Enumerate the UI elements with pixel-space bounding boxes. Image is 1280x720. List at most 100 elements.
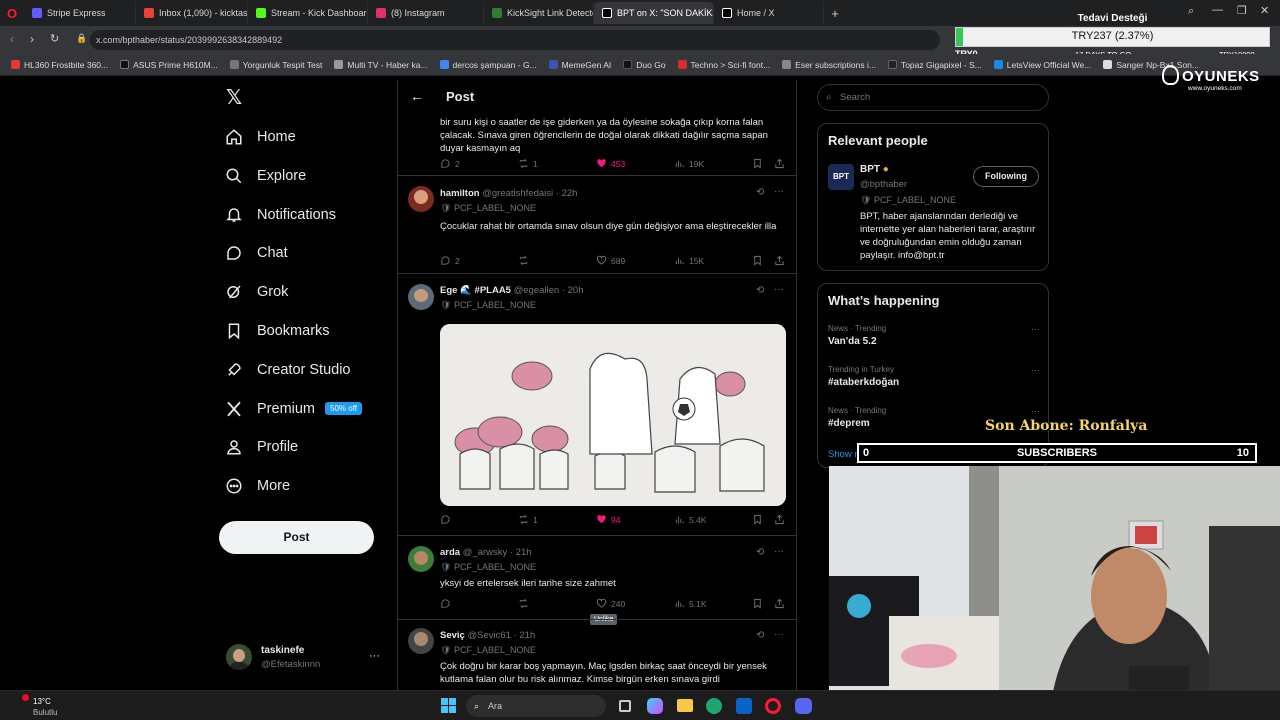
- edge-icon[interactable]: [706, 698, 722, 714]
- bookmark-item[interactable]: Multi TV - Haber ka...: [329, 60, 432, 70]
- like-button[interactable]: 453: [596, 158, 625, 169]
- following-button[interactable]: Following: [973, 166, 1039, 187]
- trend-item[interactable]: Trending in Turkey #ataberkdoğan ···: [828, 365, 1040, 388]
- nav-item-grok[interactable]: Grok: [225, 283, 288, 301]
- more-icon[interactable]: ···: [774, 546, 784, 557]
- new-tab-icon[interactable]: +: [824, 6, 846, 21]
- more-icon[interactable]: ···: [1031, 406, 1040, 416]
- opera-taskbar-icon[interactable]: [765, 698, 781, 714]
- tweet-image[interactable]: [440, 324, 786, 506]
- browser-tab[interactable]: Stripe Express: [24, 2, 136, 24]
- tweet-author[interactable]: hamilton @greatishfedaisi · 22h: [440, 188, 577, 199]
- bookmark-button[interactable]: [752, 158, 763, 169]
- bookmark-item[interactable]: Duo Go: [618, 60, 670, 70]
- nav-item-chat[interactable]: Chat: [225, 244, 288, 262]
- bookmark-item[interactable]: Techno > Sci-fi font...: [673, 60, 776, 70]
- back-arrow-icon[interactable]: ←: [410, 88, 424, 104]
- views-button[interactable]: 5.4K: [674, 514, 707, 525]
- views-button[interactable]: 19K: [674, 158, 704, 169]
- tweet-author[interactable]: Ege 🌊 #PLAA5 @egeallen · 20h: [440, 285, 584, 296]
- bookmark-item[interactable]: dercos şampuan - G...: [435, 60, 542, 70]
- forward-icon[interactable]: ›: [30, 32, 34, 46]
- trend-item[interactable]: News · Trending Van'da 5.2 ···: [828, 324, 1040, 347]
- reply-button[interactable]: [440, 598, 455, 609]
- grok-icon[interactable]: ⟲: [756, 547, 764, 558]
- more-icon[interactable]: ···: [1031, 324, 1040, 334]
- nav-item-explore[interactable]: Explore: [225, 167, 306, 185]
- avatar[interactable]: [408, 546, 434, 572]
- share-button[interactable]: [774, 598, 785, 609]
- grok-icon[interactable]: ⟲: [756, 285, 764, 296]
- like-button[interactable]: 94: [596, 514, 620, 525]
- reload-icon[interactable]: ↻: [50, 32, 59, 45]
- task-view-icon[interactable]: [619, 700, 631, 712]
- reply-button[interactable]: [440, 514, 455, 525]
- avatar[interactable]: [408, 284, 434, 310]
- bookmark-item[interactable]: Eser subscriptions i...: [777, 60, 881, 70]
- nav-item-profile[interactable]: Profile: [225, 438, 298, 456]
- repost-button[interactable]: 1: [518, 514, 538, 525]
- more-options-icon[interactable]: ···: [369, 650, 380, 662]
- tweet[interactable]: arda @_arwsky · 21h 🛡 PCF_LABEL_NONE yks…: [398, 536, 796, 620]
- more-icon[interactable]: ···: [1031, 365, 1040, 375]
- more-icon[interactable]: ···: [774, 284, 784, 295]
- bookmark-item[interactable]: HL360 Frostbite 360...: [6, 60, 113, 70]
- bookmark-button[interactable]: [752, 598, 763, 609]
- share-button[interactable]: [774, 514, 785, 525]
- repost-button[interactable]: [518, 598, 533, 609]
- browser-tab[interactable]: (8) Instagram: [368, 2, 484, 24]
- nav-item-premium[interactable]: Premium 50% off: [225, 400, 362, 418]
- search-input[interactable]: ⌕ Search: [817, 84, 1049, 111]
- grok-icon[interactable]: ⟲: [756, 187, 764, 198]
- taskbar-search-input[interactable]: ⌕ Ara: [466, 695, 606, 717]
- person-name[interactable]: BPT ●: [860, 164, 889, 175]
- tweet[interactable]: Ege 🌊 #PLAA5 @egeallen · 20h 🛡 PCF_LABEL…: [398, 274, 796, 625]
- views-button[interactable]: 15K: [674, 255, 704, 266]
- bookmark-item[interactable]: Yorgunluk Tespit Test: [225, 60, 328, 70]
- bookmark-button[interactable]: [752, 514, 763, 525]
- browser-tab-active[interactable]: BPT on X: "SON DAKİKA: ...: [594, 2, 714, 24]
- bookmark-item[interactable]: ASUS Prime H610M...: [115, 60, 223, 70]
- reply-button[interactable]: 2: [440, 255, 460, 266]
- grok-icon[interactable]: ⟲: [756, 630, 764, 641]
- nav-item-creator-studio[interactable]: Creator Studio: [225, 361, 351, 379]
- browser-tab[interactable]: Home / X: [714, 2, 824, 24]
- store-icon[interactable]: [736, 698, 752, 714]
- windows-start-icon[interactable]: [441, 698, 456, 713]
- post-button[interactable]: Post: [219, 521, 374, 554]
- tweet[interactable]: Seviç @Sevic61 · 21h 🛡 PCF_LABEL_NONE Ço…: [398, 620, 796, 690]
- more-icon[interactable]: ···: [774, 629, 784, 640]
- nav-item-bookmarks[interactable]: Bookmarks: [225, 322, 330, 340]
- like-button[interactable]: 689: [596, 255, 625, 266]
- bookmark-item[interactable]: Topaz Gigapixel - S...: [883, 60, 987, 70]
- nav-item-notifications[interactable]: Notifications: [225, 206, 336, 224]
- account-switcher[interactable]: taskinefe @Efetaskinnn ···: [226, 642, 386, 674]
- tweet[interactable]: hamilton @greatishfedaisi · 22h 🛡 PCF_LA…: [398, 176, 796, 274]
- opera-logo-icon[interactable]: O: [0, 2, 24, 24]
- share-button[interactable]: [774, 255, 785, 266]
- url-input[interactable]: x.com/bpthaber/status/203999263834288949…: [90, 30, 940, 50]
- repost-button[interactable]: [518, 255, 533, 266]
- tweet-author[interactable]: Seviç @Sevic61 · 21h: [440, 630, 535, 641]
- reply-button[interactable]: 2: [440, 158, 460, 169]
- nav-item-home[interactable]: Home: [225, 128, 296, 146]
- repost-button[interactable]: 1: [518, 158, 538, 169]
- browser-tab[interactable]: Stream - Kick Dashboard: [248, 2, 368, 24]
- file-explorer-icon[interactable]: [677, 699, 693, 712]
- bookmark-button[interactable]: [752, 255, 763, 266]
- like-button[interactable]: 240: [596, 598, 625, 609]
- discord-icon[interactable]: [795, 698, 812, 714]
- browser-tab[interactable]: Inbox (1,090) - kicktaskinefe: [136, 2, 248, 24]
- avatar[interactable]: [408, 186, 434, 212]
- share-button[interactable]: [774, 158, 785, 169]
- copilot-icon[interactable]: [647, 698, 663, 714]
- tweet-author[interactable]: arda @_arwsky · 21h: [440, 547, 532, 558]
- views-button[interactable]: 5.1K: [674, 598, 707, 609]
- bpt-avatar[interactable]: BPT: [828, 164, 854, 190]
- browser-tab[interactable]: KickSight Link Detector: [484, 2, 594, 24]
- bookmark-item[interactable]: LetsView Official We...: [989, 60, 1097, 70]
- avatar[interactable]: [408, 628, 434, 654]
- back-icon[interactable]: ‹: [10, 32, 14, 46]
- bookmark-item[interactable]: MemeGen AI: [544, 60, 617, 70]
- nav-item-more[interactable]: More: [225, 477, 290, 495]
